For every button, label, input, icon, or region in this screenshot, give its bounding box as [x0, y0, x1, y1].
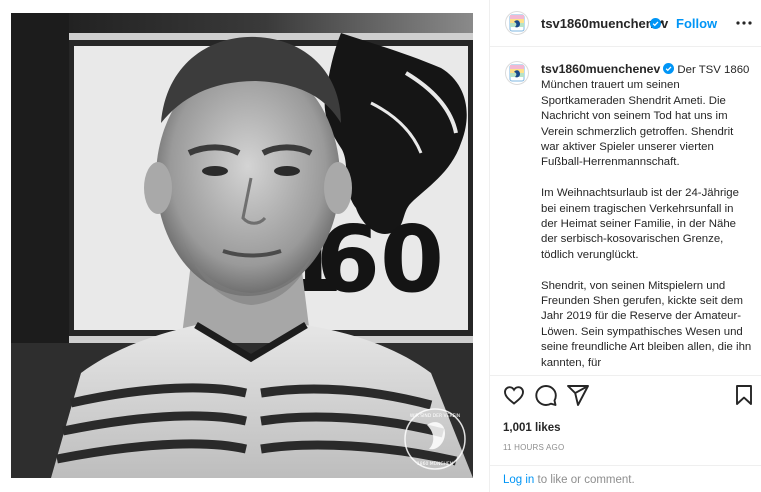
login-link[interactable]: Log in: [503, 474, 534, 486]
share-icon[interactable]: [566, 383, 590, 407]
watermark-top-text: WIR SIND DER VEREIN: [410, 413, 460, 419]
caption-section: tsv1860muenchenev Der TSV 1860 München t…: [490, 48, 761, 376]
caption-username[interactable]: tsv1860muenchenev: [541, 62, 660, 76]
action-bar: [490, 383, 761, 413]
comment-icon[interactable]: [534, 383, 558, 407]
login-prompt: Log in to like or comment.: [490, 465, 761, 492]
post-side-panel: tsv1860muenchenev • Follow tsv1860muench…: [489, 0, 761, 492]
header-dot-separator: •: [660, 15, 665, 29]
avatar[interactable]: [505, 11, 529, 35]
watermark-bottom-text: 1860 MÜNCHEN: [417, 460, 453, 467]
post-caption: tsv1860muenchenev Der TSV 1860 München t…: [541, 62, 753, 375]
like-count[interactable]: 1,001 likes: [503, 422, 561, 434]
more-options-icon[interactable]: [735, 14, 753, 32]
club-logo-icon: [509, 64, 525, 82]
caption-text-1: Der TSV 1860 München trauert um seinen S…: [541, 64, 750, 169]
follow-button[interactable]: Follow: [676, 16, 717, 31]
caption-paragraph-3: Shendrit, von seinen Mitspielern und Fre…: [541, 279, 752, 369]
club-logo-icon: [509, 14, 525, 32]
caption-paragraph-1: tsv1860muenchenev Der TSV 1860 München t…: [541, 62, 753, 171]
caption-paragraph-2: Im Weihnachtsurlaub ist der 24-Jährige b…: [541, 187, 739, 261]
bookmark-icon[interactable]: [732, 383, 756, 407]
login-prompt-text: to like or comment.: [534, 474, 635, 486]
heart-icon[interactable]: [502, 383, 526, 407]
post-header: tsv1860muenchenev • Follow: [490, 0, 761, 47]
caption-avatar[interactable]: [505, 61, 529, 85]
instagram-post-window: 60 1: [0, 0, 761, 492]
verified-badge-icon: [663, 63, 675, 74]
post-photo[interactable]: 60 1: [11, 13, 473, 478]
post-photo-image: 60 1: [11, 13, 473, 478]
post-timestamp[interactable]: 11 HOURS AGO: [503, 443, 564, 452]
